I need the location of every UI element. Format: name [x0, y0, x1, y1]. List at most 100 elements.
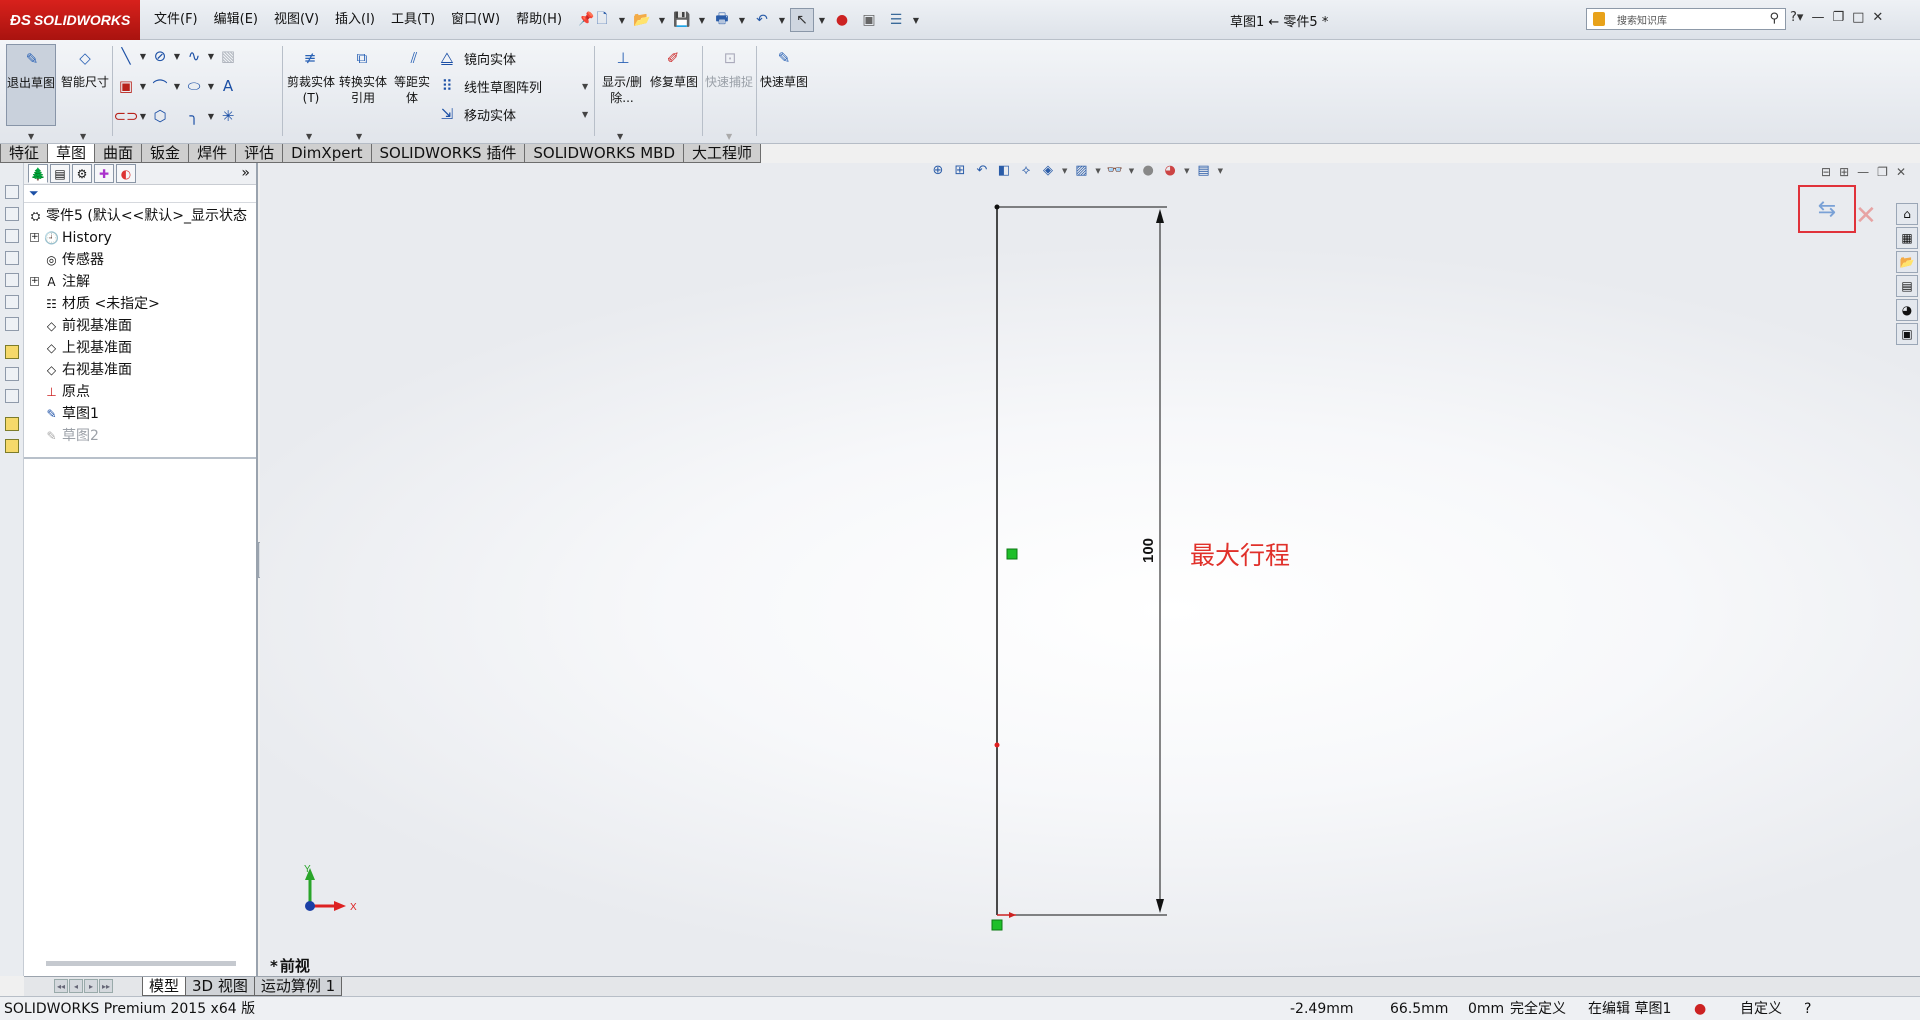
offset-entities-button[interactable]: ⫽ 等距实体	[389, 44, 435, 126]
text-icon[interactable]: A	[218, 76, 238, 96]
tab-sketch[interactable]: 草图	[47, 144, 96, 163]
relations-icon[interactable]	[5, 389, 19, 403]
sketch-endpoint[interactable]	[994, 204, 1000, 210]
custom-properties-icon[interactable]: ▣	[1896, 323, 1918, 345]
tab-weldments[interactable]: 焊件	[188, 144, 237, 163]
slot-icon[interactable]: ⊂⊃	[113, 106, 138, 126]
filter-icon[interactable]: ⏷	[29, 186, 39, 201]
chevron-down-icon[interactable]: ▼	[617, 16, 627, 25]
mirror-entities-button[interactable]: ⧋ 镜向实体	[438, 48, 516, 68]
previous-view-icon[interactable]: ↶	[974, 163, 990, 178]
tree-item-material[interactable]: ☷ 材质 <未指定>	[24, 293, 256, 315]
feature-tree-tab-icon[interactable]: 🌲	[28, 164, 48, 183]
hide-show-items-icon[interactable]: 👓	[1107, 163, 1123, 178]
tab-sheet-metal[interactable]: 钣金	[141, 144, 190, 163]
chevron-down-icon[interactable]: ▼	[817, 16, 827, 25]
home-icon[interactable]: ⌂	[1896, 203, 1918, 225]
previous-tab-icon[interactable]: ◂	[69, 979, 83, 993]
tab-3d-views[interactable]: 3D 视图	[185, 977, 255, 996]
close-icon[interactable]: ✕	[1896, 165, 1906, 179]
appearances-icon[interactable]: ◕	[1896, 299, 1918, 321]
open-folder-icon[interactable]: 📂	[630, 8, 654, 32]
tree-root[interactable]: ⛭ 零件5 (默认<<默认>_显示状态	[24, 205, 256, 227]
chevron-down-icon[interactable]: ▼	[1218, 167, 1223, 175]
chevron-down-icon[interactable]: ▼	[697, 16, 707, 25]
sketch-canvas[interactable]: 100 Y X	[260, 163, 1920, 976]
tree-item-origin[interactable]: ⊥ 原点	[24, 381, 256, 403]
chevron-down-icon[interactable]: ▼	[138, 52, 148, 61]
cancel-sketch-icon[interactable]: ✕	[1855, 203, 1877, 229]
show-delete-relations-button[interactable]: ⊥ 显示/删除...	[598, 44, 646, 126]
chevron-down-icon[interactable]: ▼	[582, 110, 588, 119]
tree-item-history[interactable]: + 🕘 History	[24, 227, 256, 249]
tab-addins[interactable]: SOLIDWORKS 插件	[370, 144, 526, 163]
sketch-icon[interactable]	[5, 345, 19, 359]
fixed-relation-icon[interactable]	[991, 919, 1003, 931]
split-horizontal-icon[interactable]: ⊟	[1821, 165, 1831, 179]
menu-edit[interactable]: 编辑(E)	[206, 10, 266, 30]
chevron-down-icon[interactable]: ▼	[138, 82, 148, 91]
tab-features[interactable]: 特征	[0, 144, 49, 163]
dimension-value[interactable]: 100	[1140, 538, 1157, 563]
circle-icon[interactable]: ⊘	[150, 46, 170, 66]
tab-model[interactable]: 模型	[142, 977, 187, 996]
close-icon[interactable]: ✕	[1872, 10, 1883, 25]
unit-system[interactable]: 自定义	[1740, 998, 1782, 1020]
first-tab-icon[interactable]: ◂◂	[54, 979, 68, 993]
tree-item-top-plane[interactable]: ◇ 上视基准面	[24, 337, 256, 359]
trim-entities-button[interactable]: ≢ 剪裁实体(T)	[285, 44, 337, 126]
chevron-down-icon[interactable]: ▼	[737, 16, 747, 25]
menu-file[interactable]: 文件(F)	[146, 10, 206, 30]
chevron-down-icon[interactable]: ▼	[1129, 167, 1134, 175]
display-manager-tab-icon[interactable]: ◐	[116, 164, 136, 183]
tab-evaluate[interactable]: 评估	[235, 144, 284, 163]
surface-spline-icon[interactable]: ▧	[218, 46, 238, 66]
repair-sketch-button[interactable]: ✐ 修复草图	[648, 44, 700, 126]
chevron-down-icon[interactable]: ▼	[617, 132, 623, 141]
chevron-down-icon[interactable]: ▼	[80, 132, 86, 141]
polygon-icon[interactable]: ⬡	[150, 106, 170, 126]
chevron-down-icon[interactable]: ▼	[206, 52, 216, 61]
last-tab-icon[interactable]: ▸▸	[99, 979, 113, 993]
chevron-down-icon[interactable]: ▼	[138, 112, 148, 121]
new-document-icon[interactable]: 🗋	[590, 8, 614, 32]
tab-dimxpert[interactable]: DimXpert	[282, 144, 372, 163]
expand-icon[interactable]: +	[30, 277, 39, 286]
next-tab-icon[interactable]: ▸	[84, 979, 98, 993]
arc-icon[interactable]: ⌒	[150, 76, 170, 96]
select-cursor-icon[interactable]: ↖	[790, 8, 814, 32]
menu-window[interactable]: 窗口(W)	[443, 10, 508, 30]
layer-icon[interactable]	[5, 439, 19, 453]
dimxpert-manager-tab-icon[interactable]: ✚	[94, 164, 114, 183]
menu-help[interactable]: 帮助(H)	[508, 10, 570, 30]
tree-item-front-plane[interactable]: ◇ 前视基准面	[24, 315, 256, 337]
cube-icon[interactable]	[5, 251, 19, 265]
linear-pattern-button[interactable]: ⠿ 线性草图阵列	[438, 76, 543, 96]
maximize-icon[interactable]: □	[1852, 10, 1864, 25]
fillet-icon[interactable]: ╮	[184, 106, 204, 126]
display-style-icon[interactable]: ▨	[1073, 163, 1089, 178]
search-input[interactable]: 搜索知识库 ⚲	[1586, 8, 1786, 30]
tab-surfaces[interactable]: 曲面	[94, 144, 143, 163]
tree-item-sketch1[interactable]: ✎ 草图1	[24, 403, 256, 425]
chevron-down-icon[interactable]: ▼	[206, 82, 216, 91]
point-icon[interactable]: ✳	[218, 106, 238, 126]
tab-motion-study[interactable]: 运动算例 1	[253, 977, 343, 996]
cube-icon[interactable]	[5, 273, 19, 287]
exit-sketch-button[interactable]: ✎ 退出草图	[6, 44, 56, 126]
menu-insert[interactable]: 插入(I)	[327, 10, 383, 30]
chevron-down-icon[interactable]: ▼	[1062, 167, 1067, 175]
rebuild-traffic-light-icon[interactable]: ●	[830, 8, 854, 32]
tree-item-right-plane[interactable]: ◇ 右视基准面	[24, 359, 256, 381]
section-view-icon[interactable]: ◧	[996, 163, 1012, 178]
minimize-icon[interactable]: —	[1857, 165, 1869, 179]
graphics-area[interactable]: 100 Y X ⊕ ⊞ ↶ ◧ ⟡ ◈ ▼ ▨ ▼ 👓 ▼ ● ◕ ▼ ▤ ▼ ⊟ ⊞ —…	[260, 163, 1920, 976]
split-vertical-icon[interactable]: ⊞	[1839, 165, 1849, 179]
save-icon[interactable]: 💾	[670, 8, 694, 32]
view-settings-icon[interactable]: ▤	[1196, 163, 1212, 178]
cube-icon[interactable]	[5, 295, 19, 309]
tree-filter[interactable]: ⏷	[24, 185, 256, 203]
rollback-bar[interactable]	[24, 457, 256, 459]
chevron-down-icon[interactable]: ▼	[1095, 167, 1100, 175]
chevron-down-icon[interactable]: ▼	[657, 16, 667, 25]
